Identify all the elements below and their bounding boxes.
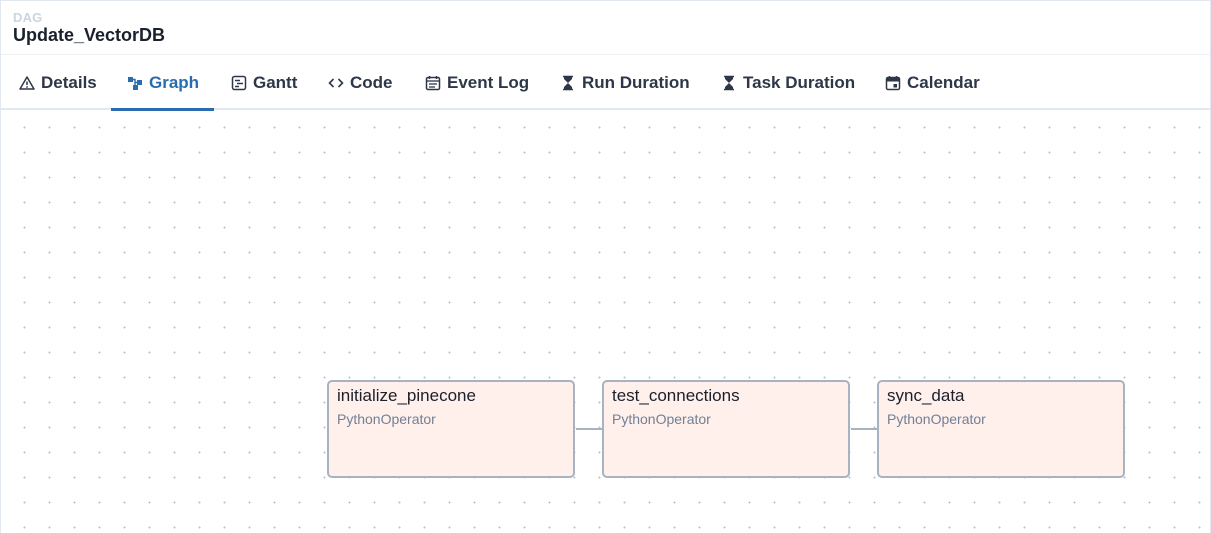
tab-code-label: Code — [350, 72, 393, 92]
tab-graph-label: Graph — [149, 72, 200, 92]
dag-kicker-label: DAG — [13, 10, 43, 25]
gantt-icon — [231, 75, 247, 91]
tab-task-duration-label: Task Duration — [743, 72, 856, 92]
tab-run-duration[interactable]: Run Duration — [560, 55, 690, 110]
graph-icon — [127, 75, 143, 91]
task-operator: PythonOperator — [887, 411, 986, 427]
task-name: sync_data — [887, 386, 965, 405]
tab-gantt-label: Gantt — [253, 72, 298, 92]
graph-canvas[interactable]: initialize_pinecone PythonOperator test_… — [1, 111, 1210, 533]
task-operator: PythonOperator — [612, 411, 711, 427]
calendar-list-icon — [425, 75, 441, 91]
task-node-sync-data[interactable]: sync_data PythonOperator — [877, 380, 1125, 478]
tab-event-log[interactable]: Event Log — [425, 55, 529, 110]
task-operator: PythonOperator — [337, 411, 436, 427]
dag-tabs: Details Graph Gantt Code Event Log Run D… — [1, 55, 1210, 110]
tab-gantt[interactable]: Gantt — [231, 55, 297, 110]
dag-title: Update_VectorDB — [13, 25, 166, 45]
dag-view: DAG Update_VectorDB Details Graph Gantt — [0, 0, 1211, 533]
tab-calendar[interactable]: Calendar — [885, 55, 980, 110]
dag-header: DAG Update_VectorDB — [1, 1, 1210, 55]
warning-triangle-icon — [19, 75, 35, 91]
task-node-test-connections[interactable]: test_connections PythonOperator — [602, 380, 850, 478]
task-node-initialize-pinecone[interactable]: initialize_pinecone PythonOperator — [327, 380, 575, 478]
task-name: test_connections — [612, 386, 740, 405]
tab-task-duration[interactable]: Task Duration — [721, 55, 855, 110]
tab-details[interactable]: Details — [19, 55, 97, 110]
tab-run-duration-label: Run Duration — [582, 72, 690, 92]
hourglass-icon — [721, 75, 737, 91]
tab-details-label: Details — [41, 72, 97, 92]
tab-event-log-label: Event Log — [447, 72, 530, 92]
tab-code[interactable]: Code — [328, 55, 393, 110]
task-name: initialize_pinecone — [337, 386, 476, 405]
tab-graph[interactable]: Graph — [127, 55, 199, 110]
tab-calendar-label: Calendar — [907, 72, 980, 92]
calendar-icon — [885, 75, 901, 91]
code-icon — [328, 75, 344, 91]
hourglass-icon — [560, 75, 576, 91]
